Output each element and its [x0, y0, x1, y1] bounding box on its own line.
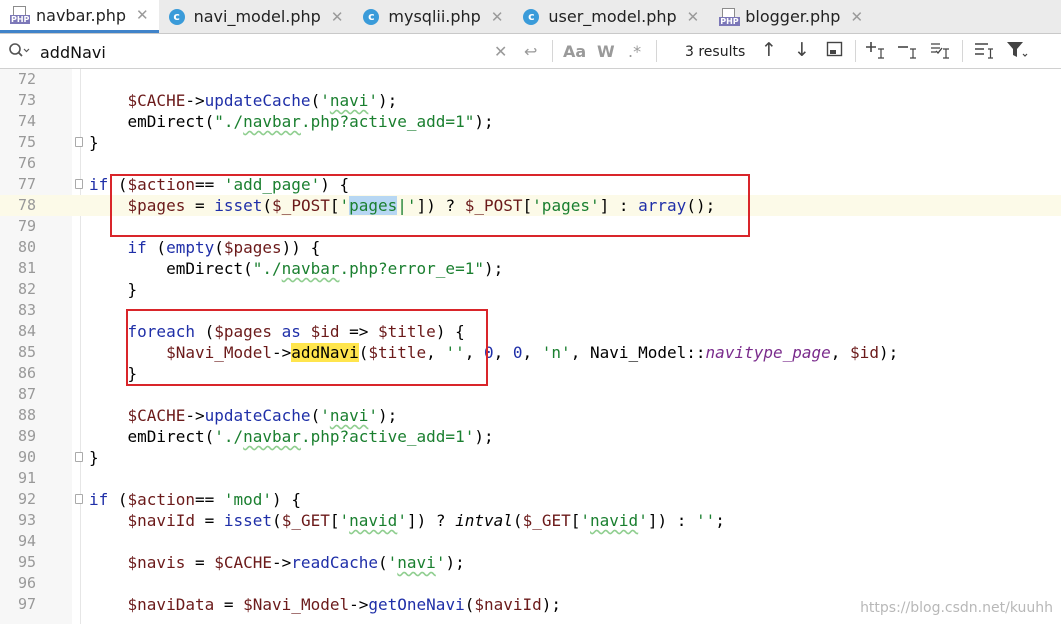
- line-number: 85: [17, 343, 36, 361]
- fold-marker[interactable]: [75, 452, 83, 462]
- code-line: 96: [0, 573, 1061, 594]
- tab-label: navi_model.php: [193, 7, 321, 26]
- line-number: 97: [17, 595, 36, 613]
- search-input[interactable]: [38, 40, 482, 64]
- line-number: 93: [17, 511, 36, 529]
- code-line: 92 if ($action== 'mod') {: [0, 489, 1061, 510]
- code-line: 95 $navis = $CACHE->readCache('navi');: [0, 552, 1061, 573]
- code-line: 81 emDirect("./navbar.php?error_e=1");: [0, 258, 1061, 279]
- code-line: 82 }: [0, 279, 1061, 300]
- line-number: 90: [17, 448, 36, 466]
- line-number: 96: [17, 574, 36, 592]
- remove-occurrence-icon[interactable]: [898, 40, 920, 64]
- close-icon[interactable]: ✕: [491, 8, 504, 26]
- clear-icon[interactable]: ✕: [494, 42, 507, 61]
- code-line: 76: [0, 153, 1061, 174]
- filter-lines-icon[interactable]: [974, 40, 994, 64]
- code-line: 74 emDirect("./navbar.php?active_add=1")…: [0, 111, 1061, 132]
- code-line: 87: [0, 384, 1061, 405]
- line-number: 76: [17, 154, 36, 172]
- filter-icon[interactable]: [1006, 40, 1028, 64]
- close-icon[interactable]: ✕: [136, 6, 149, 24]
- line-number: 88: [17, 406, 36, 424]
- tab-user-model-php[interactable]: c user_model.php ✕: [513, 0, 709, 33]
- words-toggle[interactable]: W: [597, 42, 615, 61]
- line-number: 89: [17, 427, 36, 445]
- tab-label: navbar.php: [36, 5, 127, 25]
- match-case-toggle[interactable]: Aa: [563, 42, 586, 61]
- php-file-icon: PHP: [10, 6, 31, 24]
- add-occurrence-icon[interactable]: [866, 40, 888, 64]
- line-number: 75: [17, 133, 36, 151]
- line-number: 83: [17, 301, 36, 319]
- class-icon: c: [168, 8, 185, 25]
- code-line: 93 $naviId = isset($_GET['navid']) ? int…: [0, 510, 1061, 531]
- tab-mysqlii-php[interactable]: c mysqlii.php ✕: [353, 0, 513, 33]
- code-line: 88 $CACHE->updateCache('navi');: [0, 405, 1061, 426]
- annotation-box: [110, 174, 750, 237]
- tab-label: user_model.php: [548, 7, 677, 26]
- code-line: 73 $CACHE->updateCache('navi');: [0, 90, 1061, 111]
- fold-marker[interactable]: [75, 137, 83, 147]
- code-line: 75}: [0, 132, 1061, 153]
- fold-marker[interactable]: [75, 494, 83, 504]
- code-line: 72: [0, 69, 1061, 90]
- line-number: 78: [17, 196, 36, 214]
- line-number: 86: [17, 364, 36, 382]
- tab-navbar-php[interactable]: PHP navbar.php ✕: [0, 0, 159, 33]
- annotation-box: [126, 309, 488, 386]
- line-number: 80: [17, 238, 36, 256]
- select-all-occurrences-icon[interactable]: [930, 40, 952, 64]
- line-number: 74: [17, 112, 36, 130]
- line-number: 92: [17, 490, 36, 508]
- code-line: 91: [0, 468, 1061, 489]
- arrow-down-icon[interactable]: ↓: [794, 39, 810, 61]
- code-line: 89 emDirect('./navbar.php?active_add=1')…: [0, 426, 1061, 447]
- line-number: 73: [17, 91, 36, 109]
- code-line: 94: [0, 531, 1061, 552]
- watermark: https://blog.csdn.net/kuuhh: [860, 600, 1053, 616]
- find-bar: ✕ ↩ Aa W .* 3 results ↑ ↓: [0, 34, 1061, 69]
- php-file-icon: PHP: [719, 7, 740, 26]
- open-in-window-icon[interactable]: [826, 41, 844, 61]
- tab-blogger-php[interactable]: PHP blogger.php ✕: [709, 0, 873, 33]
- close-icon[interactable]: ✕: [687, 8, 700, 26]
- line-number: 72: [17, 70, 36, 88]
- code-line: 80 if (empty($pages)) {: [0, 237, 1061, 258]
- line-number: 82: [17, 280, 36, 298]
- editor-tab-bar: PHP navbar.php ✕ c navi_model.php ✕ c my…: [0, 0, 1061, 34]
- search-icon[interactable]: [8, 41, 30, 61]
- class-icon: c: [363, 8, 380, 25]
- class-icon: c: [523, 8, 540, 25]
- code-editor[interactable]: 72 73 $CACHE->updateCache('navi'); 74 em…: [0, 69, 1061, 624]
- fold-marker[interactable]: [75, 179, 83, 189]
- line-number: 77: [17, 175, 36, 193]
- line-number: 79: [17, 217, 36, 235]
- arrow-up-icon[interactable]: ↑: [761, 39, 777, 61]
- tab-label: mysqlii.php: [388, 7, 481, 26]
- tab-label: blogger.php: [745, 7, 841, 26]
- line-number: 94: [17, 532, 36, 550]
- line-number: 84: [17, 322, 36, 340]
- tab-navi-model-php[interactable]: c navi_model.php ✕: [159, 0, 354, 33]
- line-number: 91: [17, 469, 36, 487]
- line-number: 95: [17, 553, 36, 571]
- regex-toggle[interactable]: .*: [628, 42, 641, 61]
- results-count: 3 results: [685, 44, 746, 60]
- line-number: 87: [17, 385, 36, 403]
- code-line: 90}: [0, 447, 1061, 468]
- line-number: 81: [17, 259, 36, 277]
- close-icon[interactable]: ✕: [331, 8, 344, 26]
- close-icon[interactable]: ✕: [850, 8, 863, 26]
- new-line-icon[interactable]: ↩: [524, 42, 537, 61]
